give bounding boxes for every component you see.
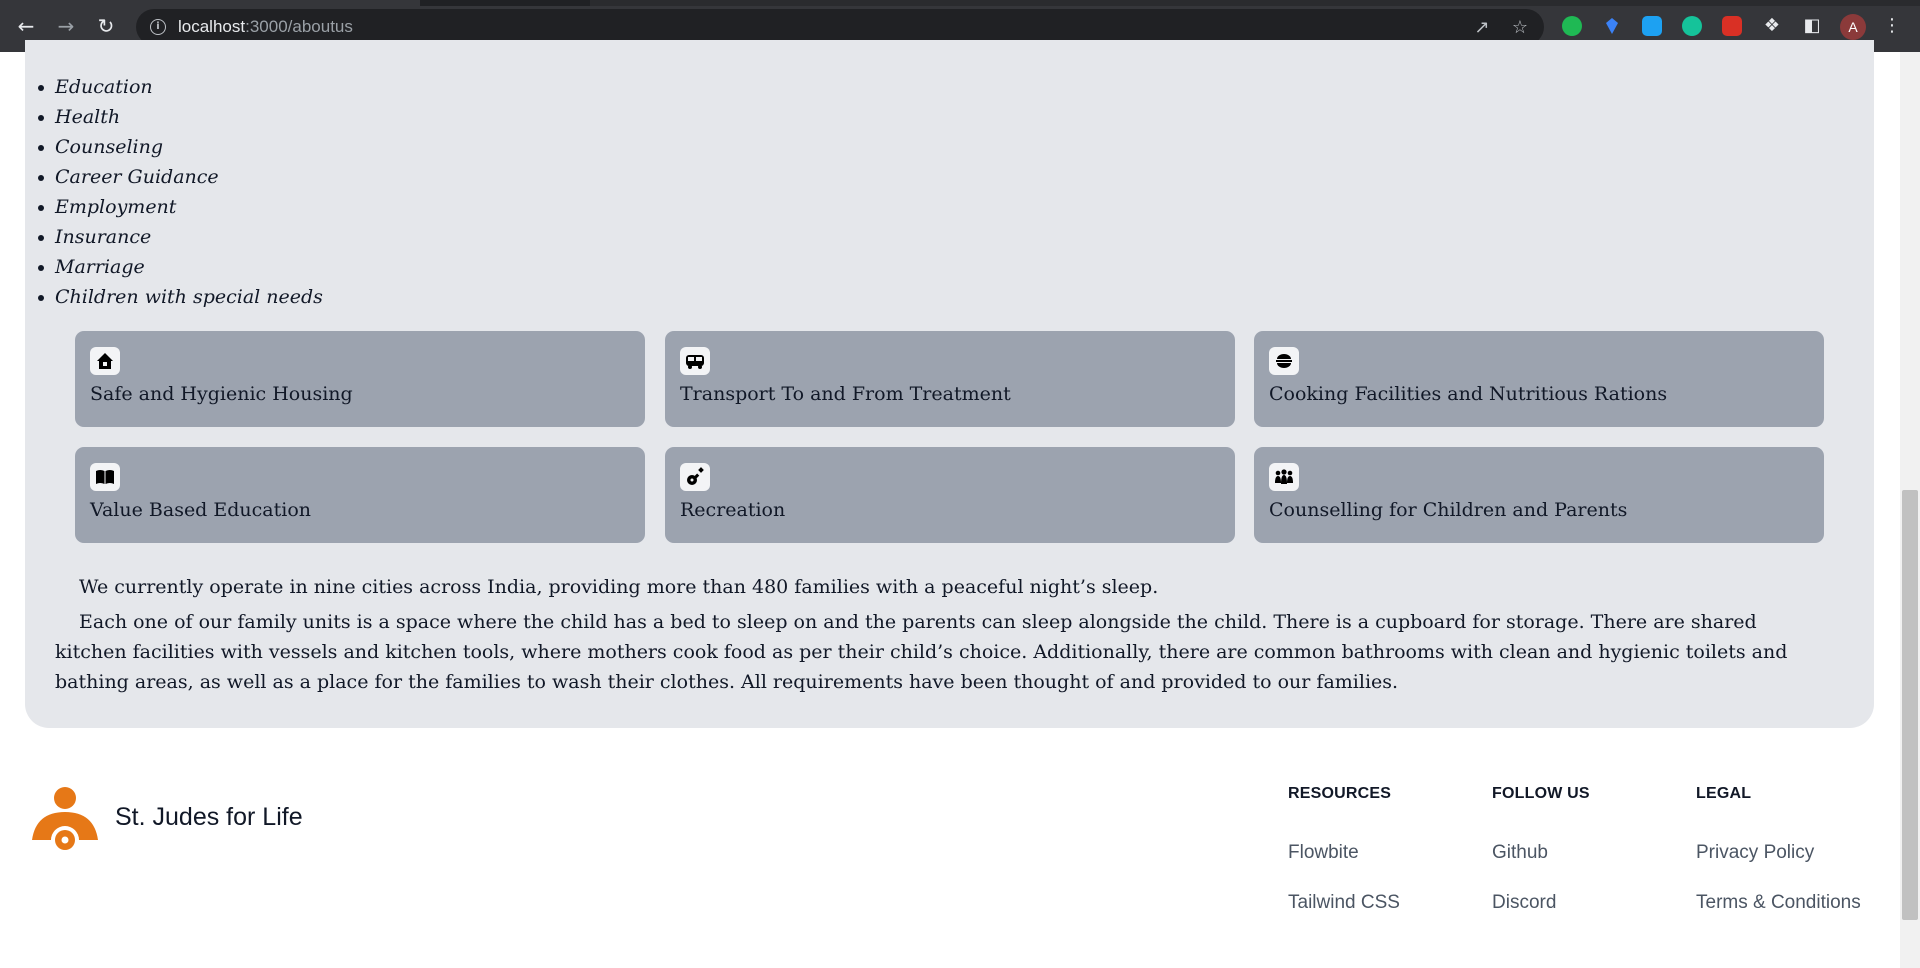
scrollbar-thumb[interactable] [1902, 490, 1918, 920]
grammarly-icon[interactable] [1682, 16, 1702, 36]
url-text[interactable]: localhost:3000/aboutus [178, 17, 353, 37]
footer-heading-resources: RESOURCES [1288, 785, 1392, 802]
guitar-icon [680, 463, 710, 491]
services-list: Education Health Counseling Career Guida… [30, 72, 323, 312]
forward-icon[interactable]: → [54, 14, 78, 38]
footer-heading-legal: LEGAL [1696, 785, 1752, 802]
list-item: Health [30, 102, 323, 132]
profile-avatar[interactable]: A [1840, 14, 1866, 40]
feature-card-cooking: Cooking Facilities and Nutritious Ration… [1254, 331, 1824, 427]
paragraph-family-units: Each one of our family units is a space … [55, 611, 1788, 693]
feature-card-transport: Transport To and From Treatment [665, 331, 1235, 427]
tab-left[interactable] [0, 0, 420, 6]
reload-icon[interactable]: ↻ [94, 14, 118, 38]
list-item: Counseling [30, 132, 323, 162]
extension-chat-icon[interactable] [1562, 16, 1582, 36]
brand-logo-icon[interactable] [32, 782, 98, 858]
list-item: Employment [30, 192, 323, 222]
tab-right[interactable] [590, 0, 1920, 6]
extension-red-icon[interactable] [1722, 16, 1742, 36]
extension-gem-icon[interactable] [1602, 16, 1622, 36]
van-icon [680, 347, 710, 375]
extensions-puzzle-icon[interactable]: ❖ [1760, 14, 1784, 38]
footer-link-tailwind[interactable]: Tailwind CSS [1288, 892, 1400, 914]
feature-card-recreation: Recreation [665, 447, 1235, 543]
book-icon [90, 463, 120, 491]
extension-pen-icon[interactable] [1642, 16, 1662, 36]
list-item: Insurance [30, 222, 323, 252]
feature-card-housing: Safe and Hygienic Housing [75, 331, 645, 427]
list-item: Children with special needs [30, 282, 323, 312]
side-panel-icon[interactable]: ◧ [1800, 14, 1824, 38]
feature-card-counselling: Counselling for Children and Parents [1254, 447, 1824, 543]
brand-name[interactable]: St. Judes for Life [115, 803, 303, 832]
footer-link-flowbite[interactable]: Flowbite [1288, 842, 1359, 864]
bookmark-star-icon[interactable]: ☆ [1510, 18, 1530, 38]
footer-link-terms[interactable]: Terms & Conditions [1696, 892, 1861, 914]
menu-kebab-icon[interactable]: ⋮ [1880, 14, 1904, 38]
tab-strip [0, 0, 1920, 6]
footer-link-privacy[interactable]: Privacy Policy [1696, 842, 1814, 864]
feature-card-education: Value Based Education [75, 447, 645, 543]
footer-link-discord[interactable]: Discord [1492, 892, 1556, 914]
list-item: Marriage [30, 252, 323, 282]
site-info-icon[interactable]: i [150, 19, 166, 35]
list-item: Career Guidance [30, 162, 323, 192]
paragraph-cities: We currently operate in nine cities acro… [79, 576, 1159, 598]
footer-heading-follow: FOLLOW US [1492, 785, 1590, 802]
share-icon[interactable]: ↗ [1472, 18, 1492, 38]
back-icon[interactable]: ← [14, 14, 38, 38]
house-icon [90, 347, 120, 375]
bowl-icon [1269, 347, 1299, 375]
people-icon [1269, 463, 1299, 491]
footer-link-github[interactable]: Github [1492, 842, 1548, 864]
list-item: Education [30, 72, 323, 102]
